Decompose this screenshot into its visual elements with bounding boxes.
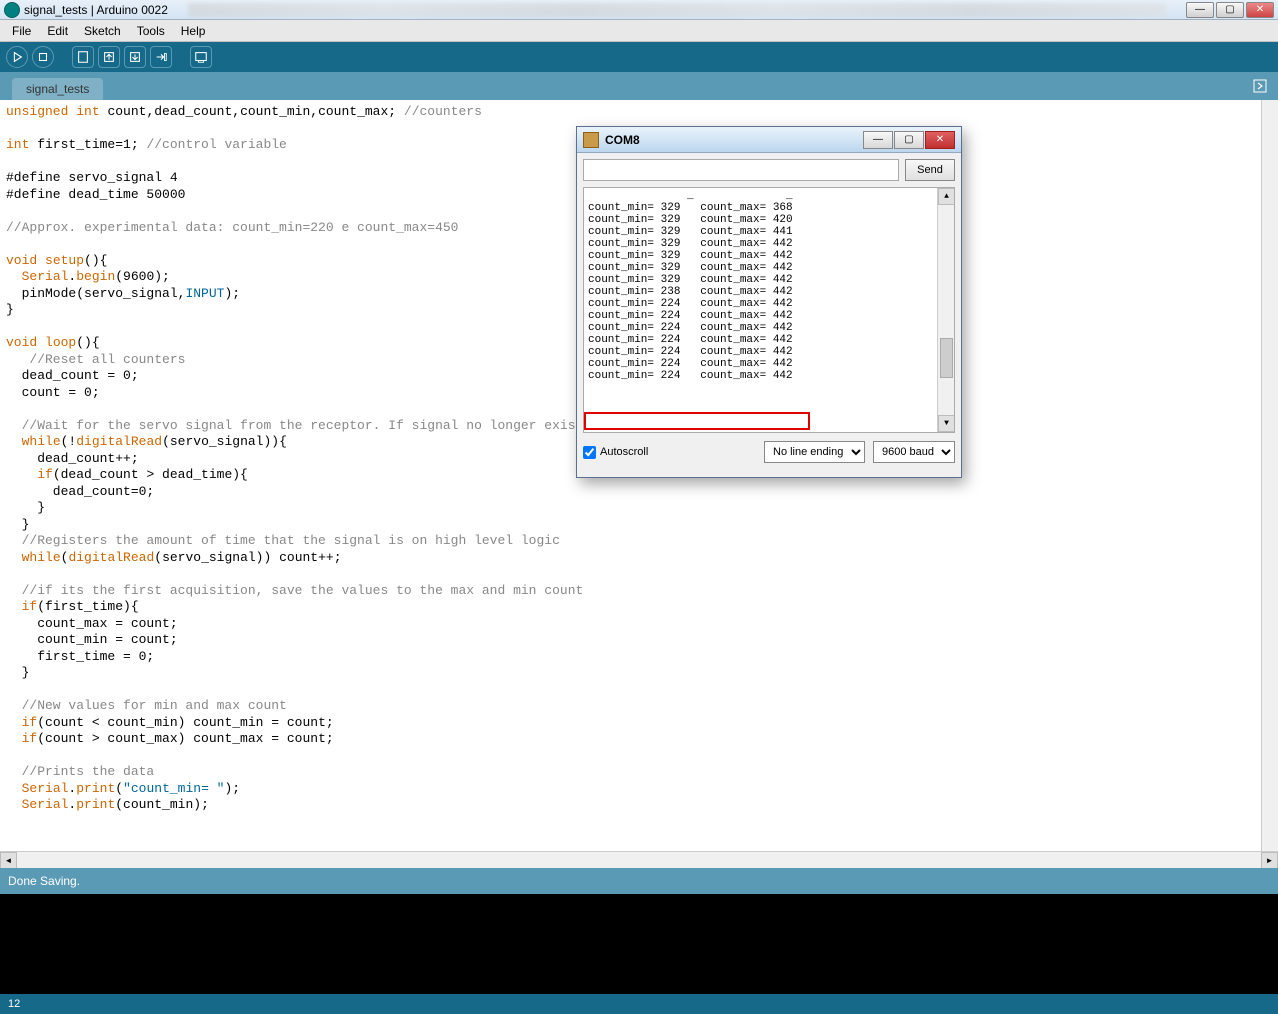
serial-output-line: count_min= 329 count_max= 442 xyxy=(588,250,950,262)
serial-output-line: count_min= 329 count_max= 368 xyxy=(588,202,950,214)
java-icon xyxy=(583,132,599,148)
serial-output-line: count_min= 329 count_max= 442 xyxy=(588,262,950,274)
serial-highlighted-line: count_min= 224 count_max= 442 xyxy=(588,370,950,382)
serial-output-line: count_min= 238 count_max= 442 xyxy=(588,286,950,298)
serial-output-line: count_min= 224 count_max= 442 xyxy=(588,298,950,310)
minimize-button[interactable]: — xyxy=(1186,2,1214,18)
serial-output-line: count_min= 224 count_max= 442 xyxy=(588,346,950,358)
menu-sketch[interactable]: Sketch xyxy=(76,22,129,40)
window-title: signal_tests | Arduino 0022 xyxy=(24,3,168,17)
menu-edit[interactable]: Edit xyxy=(39,22,76,40)
serial-minimize-button[interactable]: — xyxy=(863,131,893,149)
new-button[interactable] xyxy=(72,46,94,68)
tabbar: signal_tests xyxy=(0,72,1278,100)
scroll-left-icon[interactable]: ◄ xyxy=(0,852,17,868)
verify-button[interactable] xyxy=(6,46,28,68)
scroll-thumb[interactable] xyxy=(940,338,953,378)
open-button[interactable] xyxy=(98,46,120,68)
stop-button[interactable] xyxy=(32,46,54,68)
serial-titlebar[interactable]: COM8 — ▢ ✕ xyxy=(577,127,961,153)
serial-scrollbar[interactable]: ▲ ▼ xyxy=(937,188,954,432)
menu-tools[interactable]: Tools xyxy=(129,22,173,40)
highlight-box xyxy=(584,412,810,430)
serial-output-line: count_min= 224 count_max= 442 xyxy=(588,334,950,346)
serial-send-button[interactable]: Send xyxy=(905,159,955,181)
autoscroll-label: Autoscroll xyxy=(600,446,648,458)
arduino-icon xyxy=(4,2,20,18)
line-number-indicator: 12 xyxy=(8,998,20,1010)
window-titlebar: signal_tests | Arduino 0022 — ▢ ✕ xyxy=(0,0,1278,20)
toolbar xyxy=(0,42,1278,72)
serial-output-area[interactable]: _ _count_min= 329 count_max= 368count_mi… xyxy=(583,187,955,433)
scroll-right-icon[interactable]: ► xyxy=(1261,852,1278,868)
vertical-scrollbar[interactable] xyxy=(1261,100,1278,851)
serial-output-line: count_min= 329 count_max= 442 xyxy=(588,274,950,286)
serial-maximize-button[interactable]: ▢ xyxy=(894,131,924,149)
baud-rate-select[interactable]: 9600 baud xyxy=(873,441,955,463)
window-controls: — ▢ ✕ xyxy=(1186,2,1274,18)
serial-output-line: count_min= 329 count_max= 442 xyxy=(588,238,950,250)
status-message: Done Saving. xyxy=(8,874,80,888)
autoscroll-input[interactable] xyxy=(583,446,596,459)
serial-output-line: count_min= 224 count_max= 442 xyxy=(588,310,950,322)
taskbar-blur xyxy=(188,3,1166,17)
scroll-up-icon[interactable]: ▲ xyxy=(938,188,955,205)
serial-input-field[interactable] xyxy=(583,159,899,181)
console-output xyxy=(0,894,1278,994)
autoscroll-checkbox[interactable]: Autoscroll xyxy=(583,446,648,459)
line-ending-select[interactable]: No line ending xyxy=(764,441,865,463)
menu-help[interactable]: Help xyxy=(173,22,214,40)
menu-file[interactable]: File xyxy=(4,22,39,40)
serial-output-line: count_min= 329 count_max= 420 xyxy=(588,214,950,226)
save-button[interactable] xyxy=(124,46,146,68)
status-bar: Done Saving. xyxy=(0,868,1278,894)
tab-menu-button[interactable] xyxy=(1250,76,1270,96)
close-button[interactable]: ✕ xyxy=(1246,2,1274,18)
horizontal-scrollbar[interactable]: ◄ ► xyxy=(0,851,1278,868)
serial-output-line: count_min= 224 count_max= 442 xyxy=(588,322,950,334)
serial-close-button[interactable]: ✕ xyxy=(925,131,955,149)
serial-output-line: count_min= 224 count_max= 442 xyxy=(588,358,950,370)
serial-monitor-button[interactable] xyxy=(190,46,212,68)
menubar: File Edit Sketch Tools Help xyxy=(0,20,1278,42)
serial-title: COM8 xyxy=(605,133,863,147)
upload-button[interactable] xyxy=(150,46,172,68)
serial-output-line: count_min= 329 count_max= 441 xyxy=(588,226,950,238)
scroll-down-icon[interactable]: ▼ xyxy=(938,415,955,432)
tab-signal-tests[interactable]: signal_tests xyxy=(12,78,103,100)
serial-monitor-window: COM8 — ▢ ✕ Send _ _count_min= 329 count_… xyxy=(576,126,962,478)
maximize-button[interactable]: ▢ xyxy=(1216,2,1244,18)
footer-bar: 12 xyxy=(0,994,1278,1014)
